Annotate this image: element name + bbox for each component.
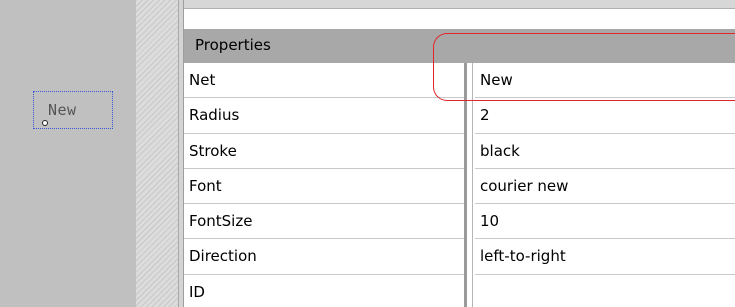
panel-splitter[interactable] — [136, 0, 180, 307]
property-row-radius[interactable]: Radius 2 — [184, 98, 735, 134]
property-value-radius[interactable]: 2 — [475, 98, 735, 132]
property-name: Font — [189, 176, 222, 195]
property-value-fontsize[interactable]: 10 — [475, 204, 735, 238]
net-label-selection[interactable]: New — [33, 91, 113, 129]
properties-header: Properties — [184, 29, 735, 63]
app-window: New Properties Net New Radius 2 Stroke b… — [0, 0, 735, 307]
property-value-stroke[interactable]: black — [475, 134, 735, 168]
panel-top-strip — [184, 0, 735, 9]
property-row-id[interactable]: ID — [184, 274, 735, 307]
property-name: Stroke — [189, 141, 237, 160]
property-row-net[interactable]: Net New — [184, 63, 735, 99]
property-value-font[interactable]: courier new — [475, 169, 735, 203]
property-value-id[interactable] — [475, 275, 735, 307]
property-name: Radius — [189, 106, 240, 125]
properties-header-label: Properties — [195, 36, 271, 54]
properties-panel: Properties Net New Radius 2 Stroke black… — [184, 9, 735, 307]
net-anchor-dot-icon[interactable] — [42, 120, 48, 126]
property-row-fontsize[interactable]: FontSize 10 — [184, 204, 735, 240]
property-name: Direction — [189, 247, 257, 266]
property-row-font[interactable]: Font courier new — [184, 168, 735, 205]
property-name: FontSize — [189, 212, 253, 231]
property-name: ID — [189, 282, 205, 301]
property-row-direction[interactable]: Direction left-to-right — [184, 239, 735, 275]
schematic-canvas[interactable]: New — [0, 0, 136, 307]
column-divider[interactable] — [464, 63, 475, 307]
column-divider-line — [472, 63, 473, 307]
property-name: Net — [189, 71, 216, 89]
properties-table: Net New Radius 2 Stroke black Font couri… — [184, 63, 735, 307]
net-label-text[interactable]: New — [48, 101, 77, 119]
property-value-net[interactable]: New — [475, 63, 735, 97]
property-value-direction[interactable]: left-to-right — [475, 239, 735, 273]
property-row-stroke[interactable]: Stroke black — [184, 133, 735, 169]
